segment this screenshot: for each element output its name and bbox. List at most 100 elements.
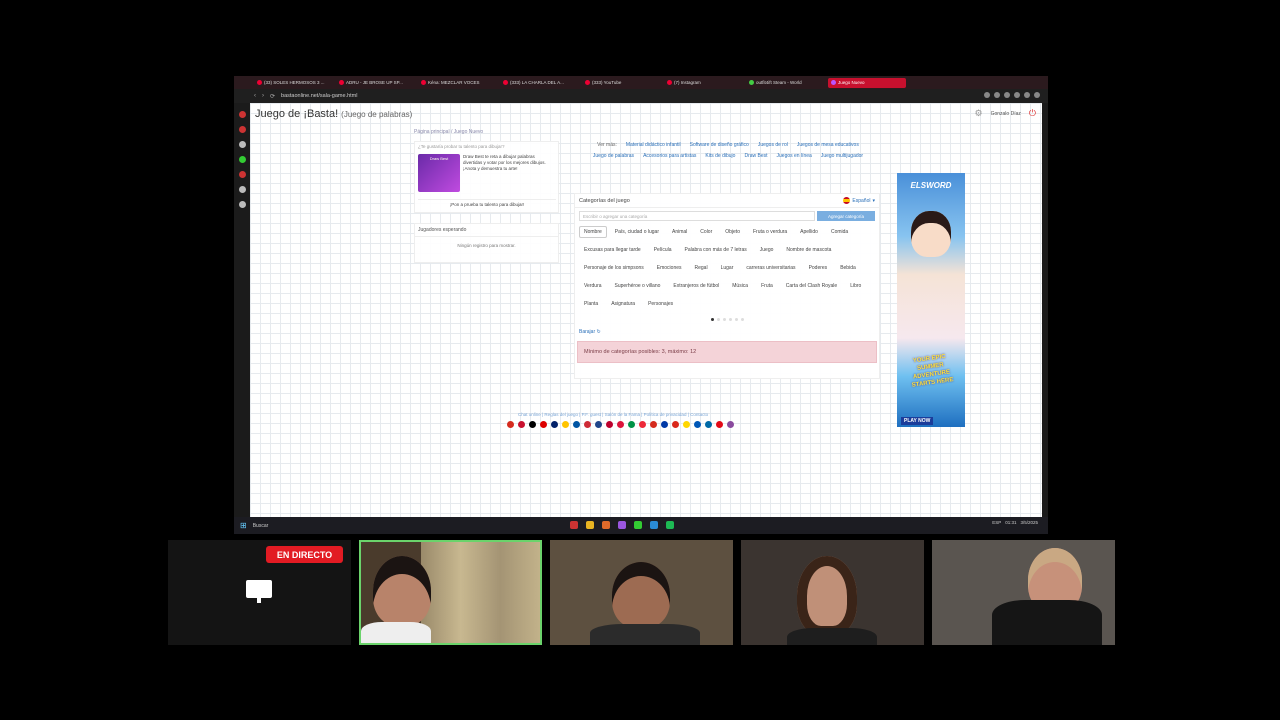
page-dot[interactable] xyxy=(710,318,714,321)
sidebar-app-icon[interactable] xyxy=(238,171,246,178)
category-chip[interactable]: Fruta xyxy=(756,280,778,292)
flag-icon[interactable] xyxy=(518,421,525,428)
forward-icon[interactable]: › xyxy=(262,93,264,99)
category-chip[interactable]: Extranjeros de fútbol xyxy=(668,280,724,292)
flag-icon[interactable] xyxy=(507,421,514,428)
reload-icon[interactable]: ⟳ xyxy=(270,93,275,100)
category-chip[interactable]: Objeto xyxy=(720,226,745,238)
back-icon[interactable]: ‹ xyxy=(254,93,256,99)
category-chip[interactable]: Personaje de los simpsons xyxy=(579,262,649,274)
url-field[interactable]: bastaonline.net/sala-game.html xyxy=(281,93,357,99)
taskbar-app-icon[interactable] xyxy=(650,521,658,529)
category-input[interactable]: Escribir o agregar una categoría xyxy=(579,211,815,221)
spotify-icon[interactable] xyxy=(666,521,674,529)
whatsapp-icon[interactable] xyxy=(238,156,246,163)
category-chip[interactable]: Música xyxy=(727,280,753,292)
page-dot[interactable] xyxy=(740,318,744,321)
flag-icon[interactable] xyxy=(672,421,679,428)
extension-icon[interactable] xyxy=(984,92,990,98)
gear-icon[interactable]: ⚙ xyxy=(975,108,983,119)
category-chip[interactable]: Emociones xyxy=(652,262,687,274)
flag-icon[interactable] xyxy=(595,421,602,428)
x-icon[interactable] xyxy=(238,186,246,193)
flag-icon[interactable] xyxy=(661,421,668,428)
category-chip[interactable]: Carta del Clash Royale xyxy=(781,280,842,292)
taskbar-app-icon[interactable] xyxy=(602,521,610,529)
category-chip[interactable]: carreras universitarias xyxy=(741,262,800,274)
participant-tile[interactable] xyxy=(932,540,1115,645)
related-link[interactable]: Kits de dibujo xyxy=(705,153,735,159)
category-chip[interactable]: Superhéroe o villano xyxy=(610,280,666,292)
user-name[interactable]: Gonzalo Díaz xyxy=(991,111,1021,117)
category-chip[interactable]: Libro xyxy=(845,280,866,292)
related-link[interactable]: Material didáctico infantil xyxy=(626,142,681,148)
related-link[interactable]: Juego de palabras xyxy=(593,153,634,159)
related-link[interactable]: Draw Best xyxy=(744,153,767,159)
category-chip[interactable]: Regal xyxy=(690,262,713,274)
promo-thumbnail[interactable]: Draw Best xyxy=(418,154,460,192)
flag-icon[interactable] xyxy=(551,421,558,428)
related-link[interactable]: Accesorios para artistas xyxy=(643,153,696,159)
category-chip[interactable]: Lugar xyxy=(716,262,739,274)
page-dot[interactable] xyxy=(734,318,738,321)
category-chip[interactable]: Poderes xyxy=(804,262,833,274)
tray-lang[interactable]: ESP xyxy=(992,520,1001,525)
category-chip[interactable]: Verdura xyxy=(579,280,607,292)
browser-tab[interactable]: Kéna: MEZCLAR VOCES xyxy=(418,78,496,88)
related-link[interactable]: Juegos en línea xyxy=(777,153,812,159)
extension-icon[interactable] xyxy=(1014,92,1020,98)
tray-time[interactable]: 01:31 xyxy=(1005,520,1016,525)
folder-icon[interactable] xyxy=(586,521,594,529)
category-chip[interactable]: Planta xyxy=(579,298,603,310)
page-dot[interactable] xyxy=(728,318,732,321)
category-chip[interactable]: Asignatura xyxy=(606,298,640,310)
taskbar-app-icon[interactable] xyxy=(570,521,578,529)
category-chip[interactable]: Película xyxy=(649,244,677,256)
flag-icon[interactable] xyxy=(573,421,580,428)
extension-icon[interactable] xyxy=(1034,92,1040,98)
participant-tile[interactable] xyxy=(741,540,924,645)
related-link[interactable]: Juego multijugador xyxy=(821,153,863,159)
logout-icon[interactable]: ⏻ xyxy=(1029,108,1036,119)
page-dot[interactable] xyxy=(716,318,720,321)
browser-tab[interactable]: outfit4ift Steam - World xyxy=(746,78,824,88)
ad-banner[interactable]: ELSWORD YOUR EPIC SUMMER ADVENTURE START… xyxy=(897,173,965,427)
browser-tab[interactable]: (333) YouTube xyxy=(582,78,660,88)
taskbar-app-icon[interactable] xyxy=(618,521,626,529)
category-chip[interactable]: Apellido xyxy=(795,226,823,238)
sidebar-app-icon[interactable] xyxy=(238,141,246,148)
breadcrumb[interactable]: Página principal / Juego Nuevo xyxy=(414,129,483,135)
category-chip[interactable]: Animal xyxy=(667,226,692,238)
add-category-button[interactable]: Agregar categoría xyxy=(817,211,875,221)
category-chip[interactable]: Palabra con más de 7 letras xyxy=(680,244,752,256)
browser-tab[interactable]: (7) Instagram xyxy=(664,78,742,88)
category-chip[interactable]: Nombre de mascota xyxy=(781,244,836,256)
flag-icon[interactable] xyxy=(727,421,734,428)
ad-play-button[interactable]: PLAY NOW xyxy=(901,417,934,425)
extension-icon[interactable] xyxy=(994,92,1000,98)
windows-start-icon[interactable]: ⊞ xyxy=(240,521,247,530)
browser-tab-active[interactable]: Juego Nuevo xyxy=(828,77,906,88)
flag-icon[interactable] xyxy=(562,421,569,428)
discord-icon[interactable] xyxy=(238,201,246,208)
sidebar-app-icon[interactable] xyxy=(238,126,246,133)
flag-icon[interactable] xyxy=(529,421,536,428)
promo-cta-link[interactable]: ¡Pon a prueba tu talento para dibujar! xyxy=(418,199,556,209)
footer-links[interactable]: Chat online | Reglas del juego | P.F. gu… xyxy=(518,412,708,417)
flag-icon[interactable] xyxy=(716,421,723,428)
flag-icon[interactable] xyxy=(617,421,624,428)
shuffle-link[interactable]: Barajar ↻ xyxy=(575,321,879,339)
flag-icon[interactable] xyxy=(683,421,690,428)
flag-icon[interactable] xyxy=(639,421,646,428)
related-link[interactable]: Software de diseño gráfico xyxy=(690,142,749,148)
browser-tab[interactable]: ADRU - JE BROSE UP SP... xyxy=(336,78,414,88)
flag-icon[interactable] xyxy=(694,421,701,428)
category-chip[interactable]: Bebida xyxy=(835,262,861,274)
taskbar-search[interactable]: Buscar xyxy=(253,523,269,529)
category-chip[interactable]: Color xyxy=(695,226,717,238)
sidebar-app-icon[interactable] xyxy=(238,111,246,118)
category-chip[interactable]: País, ciudad o lugar xyxy=(610,226,664,238)
related-link[interactable]: Juegos de rol xyxy=(758,142,788,148)
category-chip[interactable]: Nombre xyxy=(579,226,607,238)
whatsapp-icon[interactable] xyxy=(634,521,642,529)
